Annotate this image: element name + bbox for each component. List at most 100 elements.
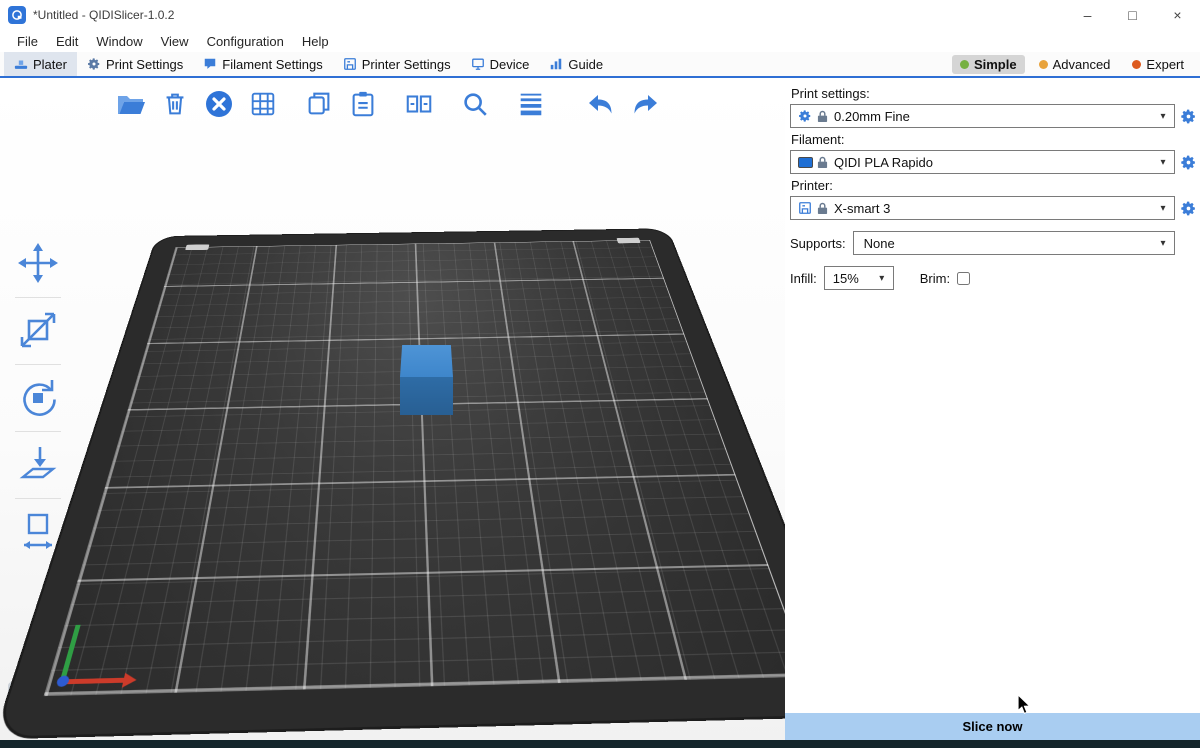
edit-print-settings-button[interactable] [1179,107,1197,125]
device-icon [471,57,485,71]
lock-icon [815,202,829,215]
copy-icon [304,89,334,122]
mode-simple[interactable]: Simple [952,55,1025,74]
filament-value: QIDI PLA Rapido [834,155,1152,170]
print-settings-label: Print settings: [791,86,1197,101]
delete-all-button[interactable] [200,86,238,124]
menu-edit[interactable]: Edit [47,34,87,49]
tab-print-settings[interactable]: Print Settings [77,52,193,76]
menu-window[interactable]: Window [87,34,151,49]
supports-value: None [858,236,1152,251]
bottom-status-strip [0,740,1200,748]
lock-icon [815,110,829,123]
mouse-cursor [1016,695,1032,715]
cube-top-face [400,345,453,377]
tab-device[interactable]: Device [461,52,540,76]
redo-button[interactable] [626,86,664,124]
arrange-button[interactable] [244,86,282,124]
chevron-down-icon: ▾ [1152,238,1174,249]
undo-icon [585,88,617,123]
mode-advanced[interactable]: Advanced [1031,55,1119,74]
tab-guide[interactable]: Guide [539,52,613,76]
close-button[interactable]: × [1155,0,1200,30]
window-controls: – □ × [1065,0,1200,30]
variable-layer-height-button[interactable] [512,86,550,124]
delete-button[interactable] [156,86,194,124]
print-settings-value: 0.20mm Fine [834,109,1152,124]
bed-grid-surface [44,240,785,696]
tab-bar: Plater Print Settings Filament Settings … [0,52,1200,78]
paste-icon [348,89,378,122]
printer-icon [795,201,815,215]
tab-label: Filament Settings [222,57,322,72]
filament-label: Filament: [791,132,1197,147]
filament-icon [203,57,217,71]
printer-combo[interactable]: X-smart 3 ▾ [790,196,1175,220]
gear-icon [795,109,815,123]
maximize-button[interactable]: □ [1110,0,1155,30]
3d-viewport[interactable] [0,78,785,740]
tab-label: Device [490,57,530,72]
bed-clip-right [616,238,640,244]
menu-configuration[interactable]: Configuration [198,34,293,49]
slice-now-button[interactable]: Slice now [785,713,1200,740]
advanced-mode-dot [1039,60,1048,69]
print-bed [40,196,785,636]
delete-all-icon [203,88,235,123]
edit-printer-button[interactable] [1179,199,1197,217]
tab-plater[interactable]: Plater [4,52,77,76]
chevron-down-icon: ▾ [871,273,893,284]
menu-bar: File Edit Window View Configuration Help [0,30,1200,52]
search-button[interactable] [456,86,494,124]
infill-label: Infill: [790,271,817,286]
split-button[interactable] [400,86,438,124]
title-bar: *Untitled - QIDISlicer-1.0.2 – □ × [0,0,1200,30]
undo-button[interactable] [582,86,620,124]
chevron-down-icon: ▾ [1152,203,1174,214]
minimize-button[interactable]: – [1065,0,1110,30]
brim-checkbox[interactable] [957,272,970,285]
open-file-button[interactable] [112,86,150,124]
mode-label: Expert [1146,57,1184,72]
window-title: *Untitled - QIDISlicer-1.0.2 [33,8,174,22]
guide-icon [549,57,563,71]
axes-indicator [59,601,167,685]
chevron-down-icon: ▾ [1152,157,1174,168]
gear-icon [87,57,101,71]
infill-value: 15% [829,271,871,286]
model-object-cube[interactable] [400,345,453,415]
tab-printer-settings[interactable]: Printer Settings [333,52,461,76]
simple-mode-dot [960,60,969,69]
tab-label: Print Settings [106,57,183,72]
bed-clip-left [185,244,209,250]
filament-combo[interactable]: QIDI PLA Rapido ▾ [790,150,1175,174]
infill-combo[interactable]: 15% ▾ [824,266,894,290]
printer-value: X-smart 3 [834,201,1152,216]
paste-button[interactable] [344,86,382,124]
filament-color-swatch [795,157,815,168]
expert-mode-dot [1132,60,1141,69]
menu-file[interactable]: File [8,34,47,49]
brim-label: Brim: [920,271,950,286]
mode-expert[interactable]: Expert [1124,55,1192,74]
mode-label: Advanced [1053,57,1111,72]
tab-filament-settings[interactable]: Filament Settings [193,52,332,76]
settings-sidebar: Print settings: 0.20mm Fine ▾ Filament: [785,78,1200,740]
printer-icon [343,57,357,71]
supports-combo[interactable]: None ▾ [853,231,1175,255]
copy-button[interactable] [300,86,338,124]
tab-label: Guide [568,57,603,72]
search-icon [460,89,490,122]
print-settings-combo[interactable]: 0.20mm Fine ▾ [790,104,1175,128]
menu-view[interactable]: View [152,34,198,49]
cube-front-face [400,377,453,415]
layers-icon [516,89,546,122]
edit-filament-button[interactable] [1179,153,1197,171]
supports-label: Supports: [790,236,846,251]
split-icon [404,89,434,122]
menu-help[interactable]: Help [293,34,338,49]
tab-label: Printer Settings [362,57,451,72]
tab-label: Plater [33,57,67,72]
redo-icon [629,88,661,123]
bed-slab [0,229,785,736]
